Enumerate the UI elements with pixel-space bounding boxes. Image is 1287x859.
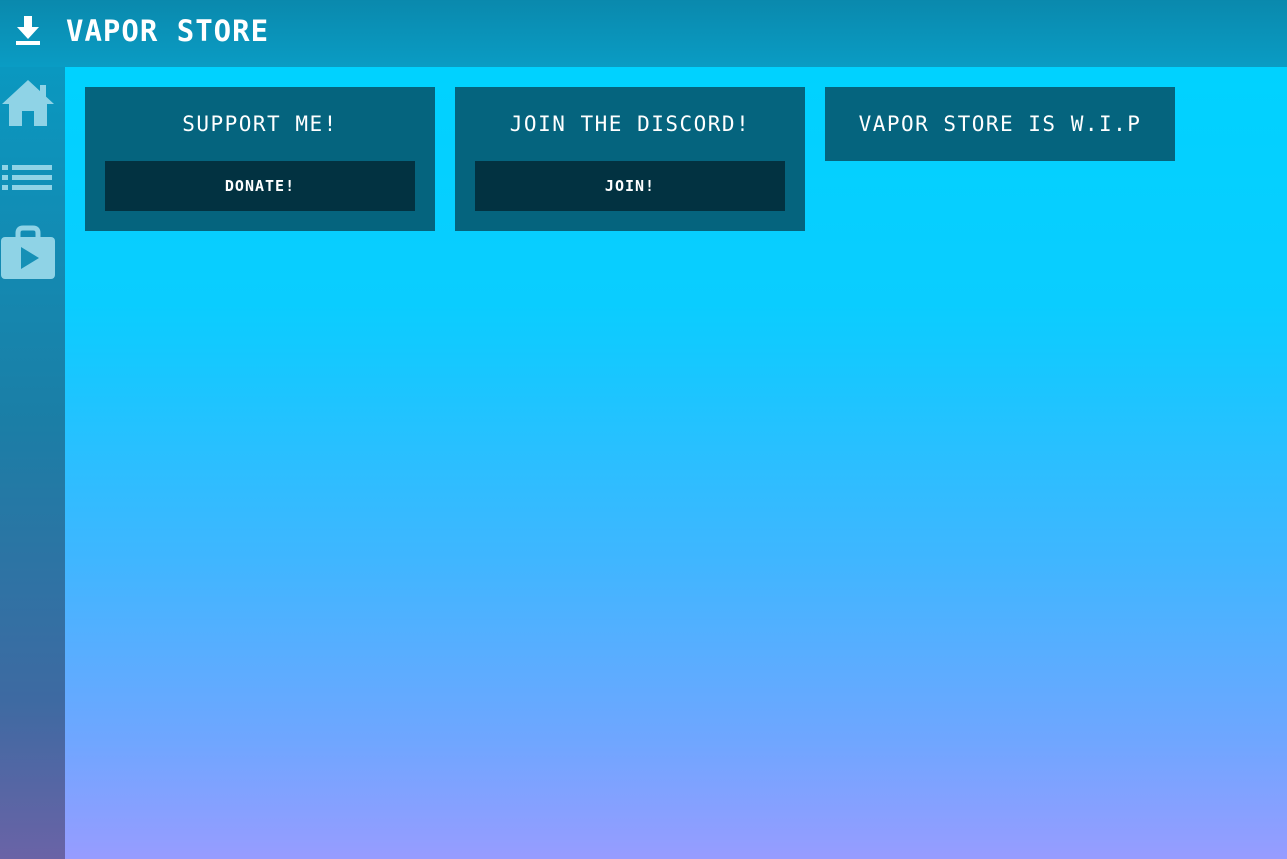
discord-card: JOIN THE DISCORD! JOIN! (455, 87, 805, 231)
app-title: VAPOR STORE (66, 14, 270, 48)
discord-card-title: JOIN THE DISCORD! (509, 112, 751, 136)
main-content: SUPPORT ME! DONATE! JOIN THE DISCORD! JO… (65, 67, 1287, 859)
download-icon[interactable] (14, 14, 42, 46)
support-card-title: SUPPORT ME! (182, 112, 338, 136)
top-bar: VAPOR STORE (0, 0, 1287, 67)
join-button[interactable]: JOIN! (475, 161, 785, 211)
home-icon[interactable] (0, 77, 56, 133)
wip-card: VAPOR STORE IS W.I.P (825, 87, 1175, 161)
list-icon[interactable] (0, 159, 56, 215)
store-bag-icon[interactable] (0, 225, 56, 281)
donate-button[interactable]: DONATE! (105, 161, 415, 211)
wip-card-title: VAPOR STORE IS W.I.P (858, 112, 1142, 136)
sidebar (0, 67, 65, 859)
support-card: SUPPORT ME! DONATE! (85, 87, 435, 231)
